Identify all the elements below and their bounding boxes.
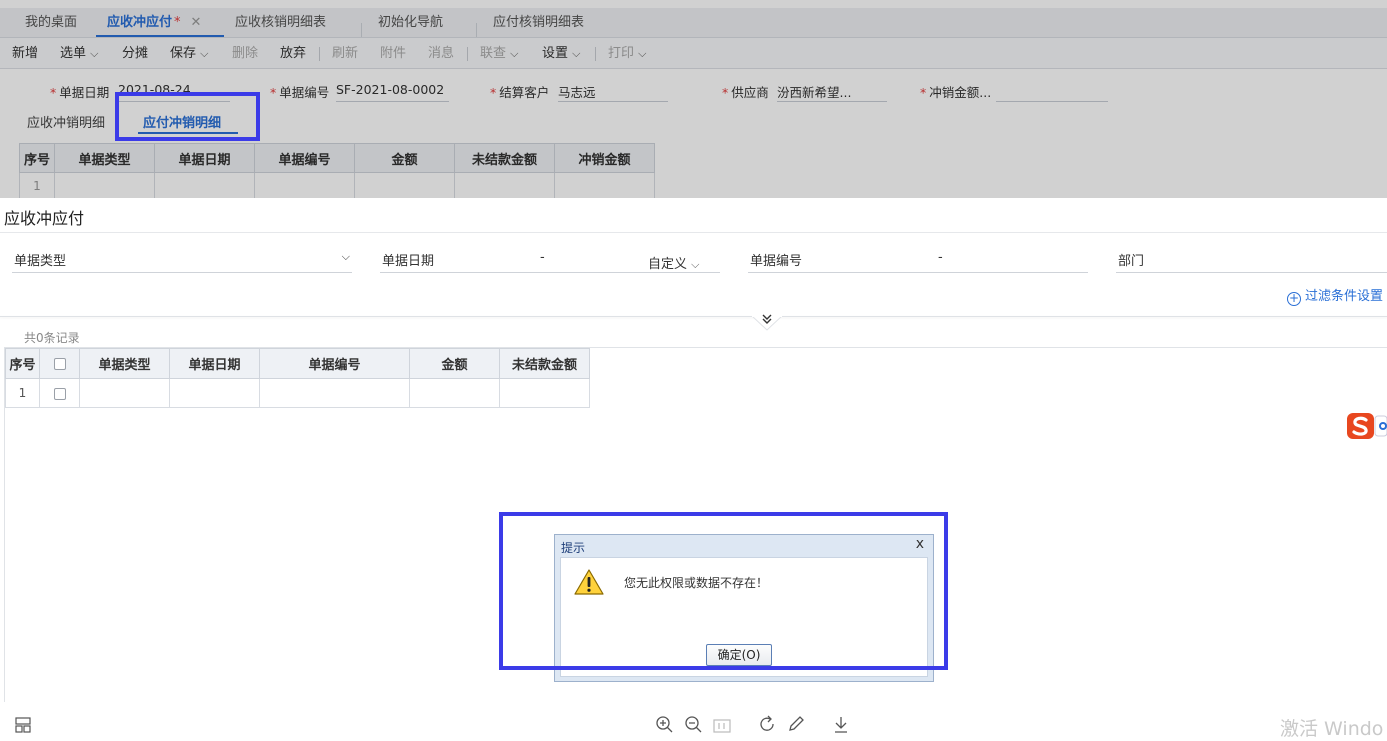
- chevron-down-icon[interactable]: ⌵: [342, 250, 350, 264]
- modal-overlay: [0, 0, 1387, 198]
- chevron-down-icon: ⌵: [691, 258, 700, 271]
- layout-icon[interactable]: [14, 715, 32, 733]
- activation-watermark: 激活 Windo: [1280, 718, 1384, 740]
- select-all-header: [39, 348, 80, 379]
- column-header: 金额: [409, 348, 500, 379]
- filter-label: 单据编号: [750, 254, 803, 269]
- sogou-ime-icon[interactable]: [1347, 412, 1387, 440]
- column-header: 未结款金额: [499, 348, 590, 379]
- range-dash: -: [938, 250, 943, 265]
- zoom-in-icon[interactable]: [655, 715, 673, 733]
- dialog-message: 您无此权限或数据不存在！: [624, 576, 769, 590]
- alert-dialog: 提示 x 您无此权限或数据不存在！ 确定(O): [554, 534, 934, 682]
- department-filter[interactable]: 部门: [1116, 250, 1387, 273]
- column-header: 单据编号: [259, 348, 410, 379]
- column-header: 单据日期: [169, 348, 260, 379]
- filter-label: 单据日期: [382, 254, 435, 269]
- zoom-out-icon[interactable]: [684, 715, 702, 733]
- background-app: 我的桌面 应收冲应付 * ✕ 应收核销明细表 初始化导航 应付核销明细表 新增 选单…: [0, 0, 1387, 198]
- warning-icon: [574, 569, 604, 595]
- date-preset-select[interactable]: 自定义 ⌵: [648, 253, 700, 272]
- download-icon[interactable]: [832, 715, 850, 733]
- row-index: 1: [5, 378, 40, 408]
- range-dash: -: [540, 250, 545, 265]
- bottom-toolbar: [0, 702, 1387, 733]
- actual-size-icon[interactable]: [713, 715, 731, 733]
- filter-label: 部门: [1118, 254, 1145, 269]
- close-icon[interactable]: x: [916, 536, 924, 552]
- filter-settings-link[interactable]: + 过滤条件设置: [1286, 285, 1383, 306]
- column-header: 序号: [5, 348, 40, 379]
- ok-button[interactable]: 确定(O): [706, 644, 772, 666]
- table-row[interactable]: 1: [5, 378, 590, 408]
- column-header: 单据类型: [79, 348, 170, 379]
- dialog-title: 提示: [561, 541, 586, 555]
- collapse-toggle-icon[interactable]: [752, 309, 782, 331]
- doc-type-filter[interactable]: 单据类型 ⌵: [12, 250, 352, 273]
- pencil-icon[interactable]: [787, 715, 805, 733]
- dialog-body: 您无此权限或数据不存在！ 确定(O): [560, 557, 928, 677]
- doc-number-filter[interactable]: 单据编号 -: [748, 250, 1088, 273]
- filter-collapse-divider: [0, 316, 1387, 317]
- row-checkbox[interactable]: [53, 387, 66, 400]
- add-circle-icon: +: [1286, 291, 1301, 306]
- page-title: 应收冲应付: [4, 209, 85, 228]
- filter-label: 单据类型: [14, 254, 67, 269]
- doc-date-filter[interactable]: 单据日期 - 自定义 ⌵: [380, 250, 720, 273]
- document-table: 序号 单据类型 单据日期 单据编号 金额 未结款金额 1: [5, 348, 590, 408]
- rotate-icon[interactable]: [758, 715, 776, 733]
- select-all-checkbox[interactable]: [53, 357, 66, 370]
- row-checkbox-cell: [39, 378, 80, 408]
- record-count: 共0条记录: [24, 331, 80, 345]
- title-divider: [0, 232, 1387, 233]
